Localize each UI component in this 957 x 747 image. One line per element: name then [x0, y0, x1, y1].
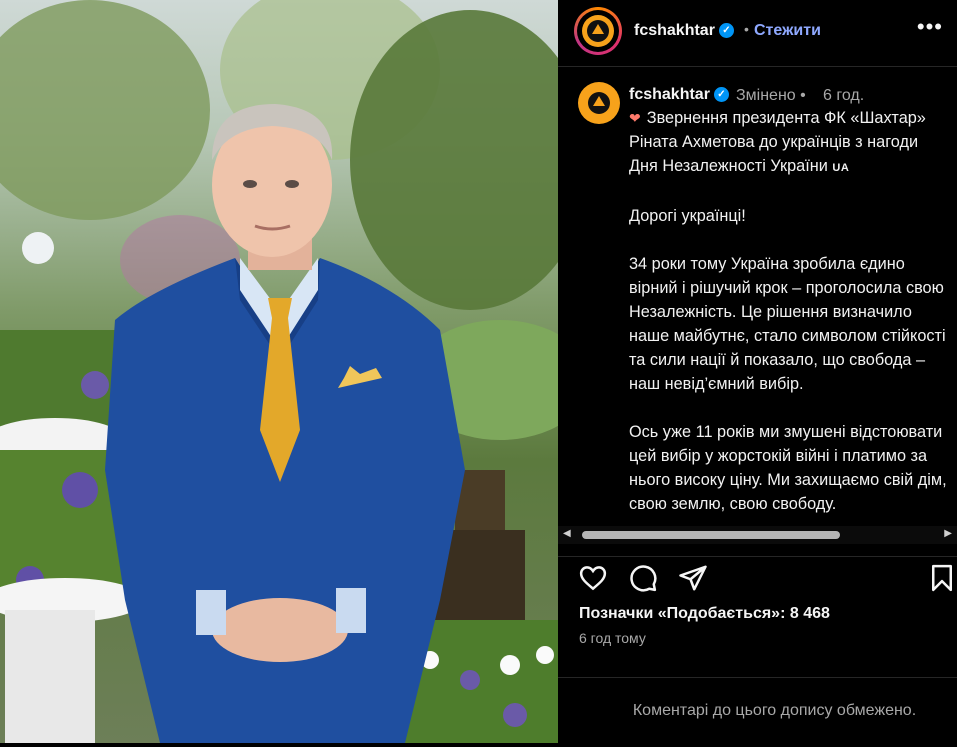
- post-actions: [558, 556, 957, 601]
- post-timestamp[interactable]: 6 год тому: [579, 630, 646, 646]
- fcshakhtar-logo[interactable]: [574, 7, 622, 55]
- likes-count[interactable]: Позначки «Подобається»: 8 468: [579, 605, 830, 623]
- shakhtar-crest-icon: [583, 87, 615, 119]
- comment-icon[interactable]: [628, 563, 658, 593]
- follow-button[interactable]: Стежити: [754, 22, 821, 40]
- heart-icon[interactable]: [578, 563, 608, 593]
- orange-heart-icon: ❤: [629, 110, 641, 126]
- verified-badge-icon: ✓: [718, 23, 734, 39]
- post-time-ago[interactable]: 6 год.: [823, 87, 864, 105]
- caption-avatar[interactable]: [578, 82, 620, 124]
- verified-badge-icon: ✓: [713, 87, 729, 103]
- more-options-icon[interactable]: •••: [917, 14, 943, 40]
- caption-paragraph: 34 роки тому Україна зробила єдино вірни…: [629, 255, 946, 393]
- caption-paragraph: ❤ Звернення президента ФК «Шахтар» Ріната…: [629, 109, 926, 175]
- caption-paragraph: Дорогі українці!: [629, 207, 746, 225]
- comments-restricted-notice: Коментарі до цього допису обмежено.: [632, 702, 917, 719]
- header-username[interactable]: fcshakhtar ✓: [634, 22, 734, 40]
- post-side-panel: fcshakhtar ✓ • Стежити ••• fcshakhtar ✓ Зм…: [558, 0, 957, 743]
- header-separator: •: [744, 21, 749, 37]
- caption-username[interactable]: fcshakhtar ✓: [629, 86, 729, 104]
- scroll-thumb[interactable]: [582, 531, 840, 539]
- caption-paragraph: Ось уже 11 років ми змушені відстоювати …: [629, 423, 947, 513]
- divider: [558, 677, 957, 678]
- caption-text: ❤ Звернення президента ФК «Шахтар» Ріната…: [629, 106, 947, 526]
- scroll-left-icon[interactable]: ◀: [563, 528, 571, 539]
- paper-plane-icon[interactable]: [678, 563, 708, 593]
- horizontal-scrollbar[interactable]: ◀ ▶: [558, 526, 957, 544]
- post-header: fcshakhtar ✓ • Стежити •••: [558, 0, 957, 67]
- post-photo[interactable]: [0, 0, 558, 743]
- scroll-right-icon[interactable]: ▶: [944, 528, 952, 539]
- bottom-edge: [0, 743, 957, 747]
- shakhtar-crest-icon: [582, 15, 614, 47]
- edited-label: Змінено •: [736, 87, 806, 104]
- photo-illustration: [0, 0, 558, 743]
- bookmark-icon[interactable]: [927, 563, 957, 593]
- ua-flag: UA: [832, 162, 850, 174]
- scroll-track[interactable]: [578, 531, 938, 539]
